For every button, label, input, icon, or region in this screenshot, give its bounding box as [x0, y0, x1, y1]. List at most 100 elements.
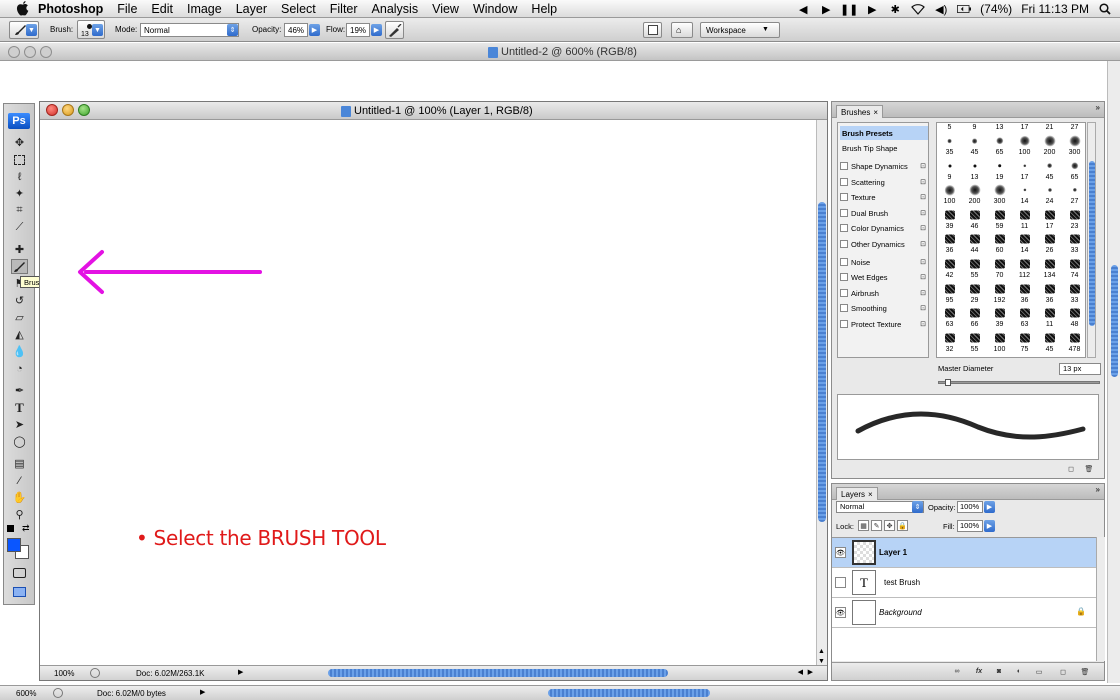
panel-collapse-icon[interactable]: »	[1096, 485, 1100, 494]
flow-slider-arrow-icon[interactable]: ▶	[371, 24, 382, 36]
foreground-color-swatch[interactable]	[7, 538, 21, 552]
menu-window[interactable]: Window	[473, 2, 517, 16]
minimize-button[interactable]	[62, 104, 74, 116]
brush-preset[interactable]: 300	[1062, 133, 1087, 157]
brush-preset[interactable]: 134	[1037, 256, 1062, 280]
brush-preset[interactable]: 42	[937, 256, 962, 280]
layer-mask-icon[interactable]: ◙	[992, 666, 1006, 677]
status-options-icon[interactable]	[53, 688, 63, 698]
status-options-icon[interactable]	[90, 668, 100, 678]
vertical-scroll-thumb[interactable]	[818, 202, 826, 522]
brush-preset[interactable]: 14	[1012, 182, 1037, 206]
background-document-titlebar[interactable]: Untitled-2 @ 600% (RGB/8)	[0, 43, 1120, 61]
opacity-field[interactable]: 46%	[284, 23, 308, 37]
palette-well-button[interactable]	[643, 22, 662, 38]
option-checkbox[interactable]	[840, 258, 848, 266]
lasso-tool-icon[interactable]: ℓ	[11, 169, 28, 184]
brush-preset[interactable]: 35	[937, 133, 962, 157]
status-menu-arrow-icon[interactable]: ▶	[238, 668, 243, 676]
apple-menu-icon[interactable]	[14, 1, 30, 17]
menu-select[interactable]: Select	[281, 2, 316, 16]
zoom-level-field[interactable]: 100%	[54, 669, 74, 678]
volume-icon[interactable]: ◀)	[934, 2, 948, 16]
menu-image[interactable]: Image	[187, 2, 222, 16]
lock-icon[interactable]: ⊡	[920, 224, 926, 232]
zoom-button[interactable]	[40, 46, 52, 58]
brush-preset[interactable]: 29	[962, 281, 987, 305]
quick-mask-icon[interactable]	[11, 565, 28, 580]
menu-layer[interactable]: Layer	[236, 2, 267, 16]
notes-tool-icon[interactable]: ▤	[11, 456, 28, 471]
brush-preset[interactable]: 36	[1012, 281, 1037, 305]
ellipse-tool-icon[interactable]: ◯	[11, 434, 28, 449]
brush-preset[interactable]: 63	[1012, 305, 1037, 329]
brush-preset[interactable]: 11	[1037, 305, 1062, 329]
eraser-tool-icon[interactable]: ▱	[11, 310, 28, 325]
brush-preset[interactable]: 39	[987, 305, 1012, 329]
brush-preset[interactable]: 9	[962, 123, 987, 133]
zoom-button[interactable]	[78, 104, 90, 116]
paint-bucket-tool-icon[interactable]: ◭	[11, 327, 28, 342]
adjustment-layer-icon[interactable]: ◐	[1012, 666, 1026, 677]
wifi-icon[interactable]	[911, 2, 926, 16]
brush-tool-icon[interactable]	[11, 259, 28, 274]
brush-preset[interactable]: 60	[987, 231, 1012, 255]
lock-icon[interactable]: ⊡	[920, 320, 926, 328]
lock-icon[interactable]: ⊡	[920, 162, 926, 170]
brush-preset[interactable]: 100	[1012, 133, 1037, 157]
brush-preset[interactable]: 13	[987, 123, 1012, 133]
brush-option-scattering[interactable]: Scattering ⊡	[840, 175, 928, 189]
brush-preset[interactable]: 9	[937, 158, 962, 182]
menu-view[interactable]: View	[432, 2, 459, 16]
delete-icon[interactable]: 🗑	[1082, 463, 1096, 474]
brush-preset[interactable]: 13	[962, 158, 987, 182]
brush-preset[interactable]: 100	[937, 182, 962, 206]
option-checkbox[interactable]	[840, 162, 848, 170]
brush-preset[interactable]: 200	[962, 182, 987, 206]
brush-preset[interactable]: 300	[987, 182, 1012, 206]
brush-preset[interactable]: 44	[962, 231, 987, 255]
scroll-up-arrow-icon[interactable]: ▲	[818, 648, 825, 655]
new-preset-icon[interactable]: ◻	[1064, 463, 1078, 474]
close-button[interactable]	[8, 46, 20, 58]
brush-preset[interactable]: 65	[1062, 158, 1087, 182]
horizontal-scroll-thumb[interactable]	[328, 669, 668, 677]
brush-preset[interactable]: 27	[1062, 182, 1087, 206]
brush-preset[interactable]: 200	[1037, 133, 1062, 157]
battery-icon[interactable]	[957, 2, 972, 16]
marquee-tool-icon[interactable]	[11, 152, 28, 167]
brush-preset[interactable]: 478	[1062, 330, 1087, 354]
option-checkbox[interactable]	[840, 178, 848, 186]
brush-preset[interactable]: 45	[962, 133, 987, 157]
layers-tab[interactable]: Layers ×	[836, 487, 878, 500]
brush-grid-scrollbar[interactable]	[1087, 122, 1096, 358]
layer-opacity-field[interactable]: 100%	[957, 501, 983, 513]
pen-tool-icon[interactable]: ✒	[11, 383, 28, 398]
lock-icon[interactable]: ⊡	[920, 258, 926, 266]
type-tool-icon[interactable]: T	[11, 400, 28, 415]
brush-preset[interactable]: 17	[1012, 158, 1037, 182]
healing-brush-tool-icon[interactable]: ✚	[11, 242, 28, 257]
layer-row-layer-1[interactable]: 👁 Layer 1	[832, 538, 1096, 568]
brush-option-color-dynamics[interactable]: Color Dynamics ⊡	[840, 221, 928, 235]
brush-preset[interactable]: 33	[1062, 281, 1087, 305]
option-checkbox[interactable]	[840, 209, 848, 217]
ps-logo[interactable]: Ps	[8, 113, 30, 129]
lock-icon[interactable]: ⊡	[920, 304, 926, 312]
zoom-tool-icon[interactable]: ⚲	[11, 507, 28, 522]
menu-file[interactable]: File	[117, 2, 137, 16]
eye-icon[interactable]: 👁	[835, 607, 846, 618]
option-checkbox[interactable]	[840, 304, 848, 312]
layer-style-icon[interactable]: fx	[972, 666, 986, 677]
brush-preset[interactable]: 36	[937, 231, 962, 255]
brush-preset[interactable]: 70	[987, 256, 1012, 280]
history-brush-tool-icon[interactable]: ↺	[11, 293, 28, 308]
default-colors-icon[interactable]	[7, 525, 14, 532]
scroll-left-arrow-icon[interactable]: ◀	[798, 668, 803, 676]
brush-preset[interactable]: 24	[1037, 182, 1062, 206]
eyedropper-tool-icon[interactable]: ⁄	[11, 473, 28, 488]
brush-preset[interactable]: 63	[937, 305, 962, 329]
scroll-right-arrow-icon[interactable]: ▶	[808, 668, 813, 676]
delete-layer-icon[interactable]: 🗑	[1078, 666, 1092, 677]
layer-row-background[interactable]: 👁 Background 🔒	[832, 598, 1096, 628]
